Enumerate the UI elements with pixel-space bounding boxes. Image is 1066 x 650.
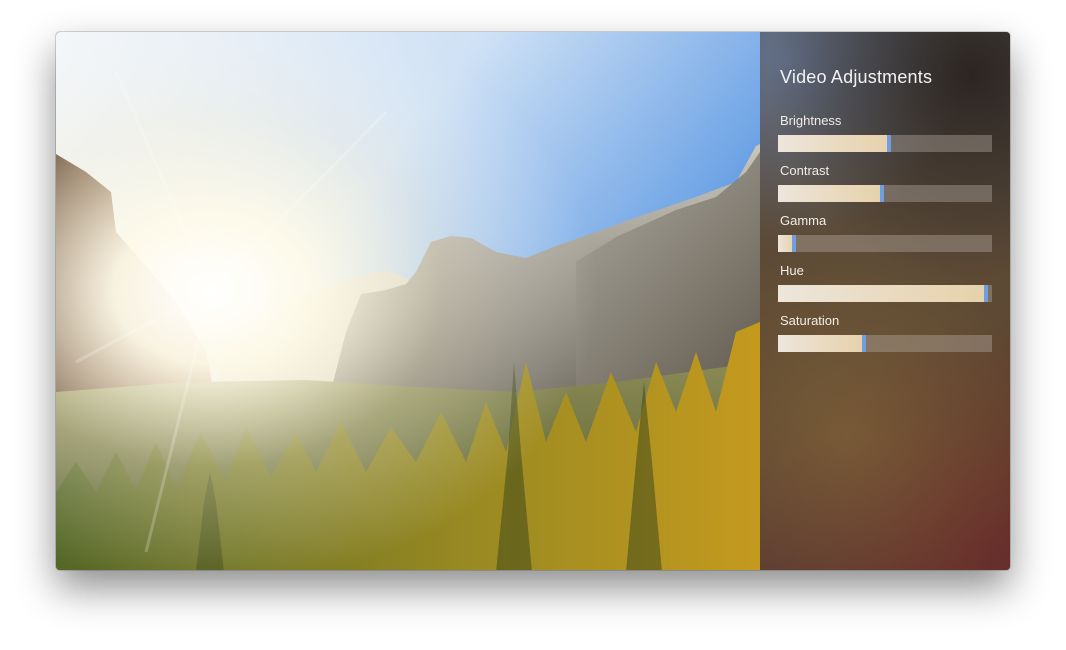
hue-slider-fill bbox=[778, 285, 986, 302]
brightness-label: Brightness bbox=[780, 113, 842, 128]
brightness-slider[interactable] bbox=[778, 135, 992, 152]
saturation-slider-fill bbox=[778, 335, 864, 352]
contrast-slider[interactable] bbox=[778, 185, 992, 202]
saturation-label: Saturation bbox=[780, 313, 840, 328]
video-frame[interactable] bbox=[56, 32, 760, 570]
contrast-slider-fill bbox=[778, 185, 882, 202]
hue-control: Hue bbox=[778, 262, 992, 302]
brightness-slider-fill bbox=[778, 135, 890, 152]
video-adjustments-panel: Video Adjustments Brightness Contrast Ga… bbox=[760, 32, 1010, 570]
contrast-label: Contrast bbox=[780, 163, 830, 178]
brightness-control: Brightness bbox=[778, 112, 992, 152]
player-window: Video Adjustments Brightness Contrast Ga… bbox=[56, 32, 1010, 570]
hue-label: Hue bbox=[780, 263, 804, 278]
gamma-slider-thumb[interactable] bbox=[792, 235, 797, 252]
contrast-slider-thumb[interactable] bbox=[879, 185, 884, 202]
gamma-label: Gamma bbox=[780, 213, 827, 228]
gamma-slider[interactable] bbox=[778, 235, 992, 252]
saturation-slider[interactable] bbox=[778, 335, 992, 352]
saturation-slider-thumb[interactable] bbox=[861, 335, 866, 352]
saturation-control: Saturation bbox=[778, 312, 992, 352]
hue-slider-thumb[interactable] bbox=[983, 285, 988, 302]
video-landscape-image bbox=[56, 32, 760, 570]
contrast-control: Contrast bbox=[778, 162, 992, 202]
brightness-slider-thumb[interactable] bbox=[887, 135, 892, 152]
panel-title: Video Adjustments bbox=[780, 67, 933, 87]
hue-slider[interactable] bbox=[778, 285, 992, 302]
gamma-control: Gamma bbox=[778, 212, 992, 252]
